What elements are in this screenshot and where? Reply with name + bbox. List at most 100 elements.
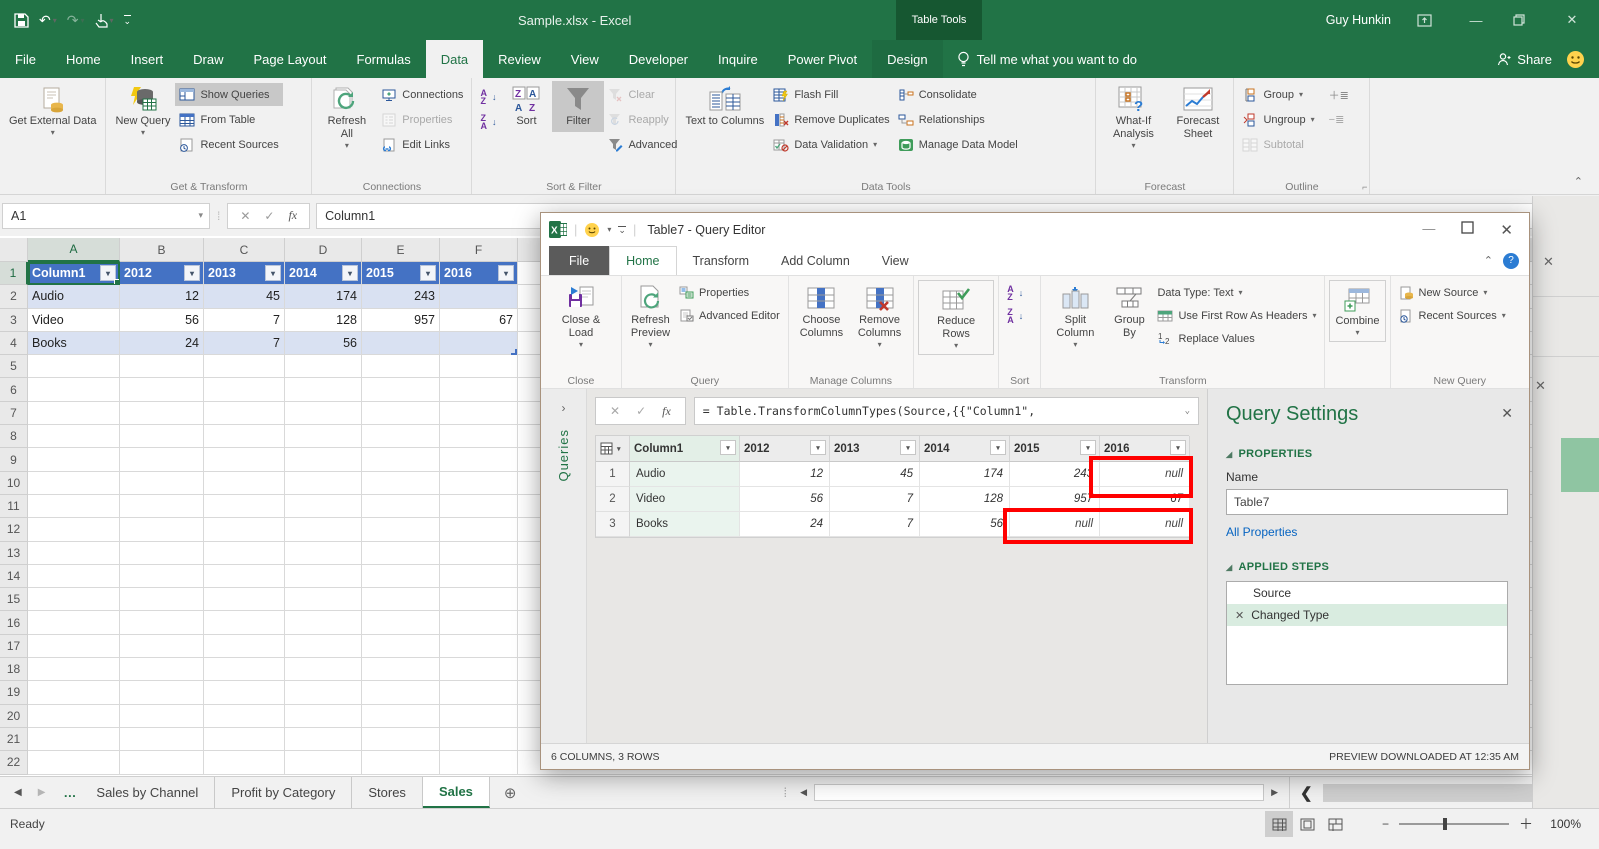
restore-button[interactable] xyxy=(1513,14,1535,26)
queries-pane-expand-icon[interactable]: › xyxy=(562,401,566,415)
pane-close-icon[interactable]: ✕ xyxy=(1543,254,1554,270)
horizontal-scrollbar[interactable]: ◀ ▶ xyxy=(795,777,1289,808)
qe-minimize-icon[interactable]: — xyxy=(1422,221,1435,239)
cell[interactable] xyxy=(285,635,362,658)
properties-button[interactable]: Properties xyxy=(377,108,467,131)
cell[interactable] xyxy=(362,635,440,658)
filter-dropdown-icon[interactable]: ▾ xyxy=(100,265,116,281)
cell[interactable] xyxy=(362,565,440,588)
cell[interactable] xyxy=(28,448,120,471)
hscroll-thumb[interactable] xyxy=(814,784,1264,801)
tab-view[interactable]: View xyxy=(556,40,614,78)
cell[interactable]: 957 xyxy=(362,309,440,332)
row-header-21[interactable]: 21 xyxy=(0,728,28,751)
connections-button[interactable]: Connections xyxy=(377,83,467,106)
new-sheet-button[interactable]: ⊕ xyxy=(490,777,531,808)
cell[interactable] xyxy=(204,588,285,611)
qe-cell[interactable]: null xyxy=(1100,512,1190,537)
cell[interactable] xyxy=(204,681,285,704)
cell[interactable] xyxy=(120,425,204,448)
cell[interactable]: 56 xyxy=(285,332,362,355)
cell[interactable]: Video xyxy=(28,309,120,332)
qe-cell[interactable]: 174 xyxy=(920,462,1010,487)
cell[interactable] xyxy=(204,611,285,634)
tab-formulas[interactable]: Formulas xyxy=(342,40,426,78)
qe-cell[interactable]: 67 xyxy=(1100,487,1190,512)
tab-file[interactable]: File xyxy=(0,40,51,78)
pane-scroll-thumb[interactable] xyxy=(1323,784,1567,802)
qe-cell[interactable]: 24 xyxy=(740,512,830,537)
touch-mode-icon[interactable]: ▾ xyxy=(95,13,114,28)
row-header-7[interactable]: 7 xyxy=(0,402,28,425)
qe-cell[interactable]: 128 xyxy=(920,487,1010,512)
cell[interactable] xyxy=(28,611,120,634)
cell[interactable] xyxy=(204,448,285,471)
cell[interactable] xyxy=(440,472,518,495)
cell[interactable] xyxy=(204,472,285,495)
qe-row-number-2[interactable]: 2 xyxy=(596,487,630,512)
use-first-row-button[interactable]: Use First Row As Headers▾ xyxy=(1153,305,1320,326)
qe-table-menu-corner[interactable]: ▾ xyxy=(596,436,630,462)
cell[interactable] xyxy=(285,542,362,565)
cell[interactable] xyxy=(362,751,440,774)
hscroll-left-icon[interactable]: ◀ xyxy=(795,787,812,798)
qe-smiley-dropdown-icon[interactable]: ▾ xyxy=(607,225,611,234)
from-table-button[interactable]: From Table xyxy=(175,108,282,131)
refresh-all-button[interactable]: Refresh All▾ xyxy=(316,81,377,154)
qe-smiley-icon[interactable] xyxy=(584,222,600,238)
filter-dropdown-icon[interactable]: ▾ xyxy=(342,265,358,281)
customize-qat-icon[interactable]: ⌄ xyxy=(124,15,132,25)
row-header-4[interactable]: 4 xyxy=(0,332,28,355)
minimize-button[interactable]: — xyxy=(1465,13,1487,28)
qe-cell[interactable]: Video xyxy=(630,487,740,512)
consolidate-button[interactable]: Consolidate xyxy=(894,83,1022,106)
row-header-18[interactable]: 18 xyxy=(0,658,28,681)
data-validation-button[interactable]: Data Validation▾ xyxy=(769,133,893,156)
row-header-13[interactable]: 13 xyxy=(0,542,28,565)
cell[interactable] xyxy=(204,751,285,774)
cell[interactable]: Books xyxy=(28,332,120,355)
cell[interactable] xyxy=(440,635,518,658)
cell[interactable] xyxy=(120,378,204,401)
qe-cell[interactable]: 45 xyxy=(830,462,920,487)
cell[interactable]: 243 xyxy=(362,285,440,308)
zoom-in-icon[interactable]: ＋ xyxy=(1519,814,1533,834)
qe-filter-dropdown-icon[interactable]: ▾ xyxy=(990,440,1006,455)
column-header-E[interactable]: E xyxy=(362,238,440,262)
cell[interactable] xyxy=(120,635,204,658)
sort-descending-button[interactable]: ZA↓ xyxy=(476,110,500,133)
cell[interactable] xyxy=(204,542,285,565)
remove-duplicates-button[interactable]: Remove Duplicates xyxy=(769,108,893,131)
qe-filter-dropdown-icon[interactable]: ▾ xyxy=(900,440,916,455)
cell[interactable] xyxy=(285,705,362,728)
cell[interactable] xyxy=(362,542,440,565)
tab-insert[interactable]: Insert xyxy=(116,40,179,78)
reduce-rows-button[interactable]: Reduce Rows▾ xyxy=(918,280,994,355)
cell[interactable] xyxy=(204,518,285,541)
cell[interactable] xyxy=(120,588,204,611)
cell[interactable] xyxy=(362,495,440,518)
cell[interactable] xyxy=(440,402,518,425)
cell[interactable] xyxy=(28,355,120,378)
group-button[interactable]: Group▾ xyxy=(1238,83,1318,106)
cell[interactable]: 24 xyxy=(120,332,204,355)
row-header-22[interactable]: 22 xyxy=(0,751,28,774)
query-settings-close-icon[interactable]: ✕ xyxy=(1501,405,1513,422)
cell[interactable] xyxy=(285,728,362,751)
hscroll-right-icon[interactable]: ▶ xyxy=(1266,787,1283,798)
hide-detail-icon[interactable]: −≣ xyxy=(1325,108,1353,131)
get-external-data-button[interactable]: Get External Data▾ xyxy=(4,81,101,141)
tab-data[interactable]: Data xyxy=(426,40,483,78)
qe-cell[interactable]: 12 xyxy=(740,462,830,487)
clear-filter-button[interactable]: ReapplyClear xyxy=(604,83,681,106)
cell[interactable] xyxy=(362,588,440,611)
cell[interactable] xyxy=(440,285,518,308)
sort-ascending-button[interactable]: AZ↓ xyxy=(476,85,500,108)
cell[interactable] xyxy=(285,448,362,471)
pane-scroll-left-icon[interactable]: ❮ xyxy=(1290,784,1323,802)
qe-sort-descending-button[interactable]: ZA↓ xyxy=(1003,305,1027,326)
advanced-editor-button[interactable]: Advanced Editor xyxy=(675,305,784,326)
cell[interactable] xyxy=(28,681,120,704)
ribbon-display-options-icon[interactable] xyxy=(1417,14,1439,27)
delete-step-icon[interactable]: ✕ xyxy=(1235,609,1244,622)
